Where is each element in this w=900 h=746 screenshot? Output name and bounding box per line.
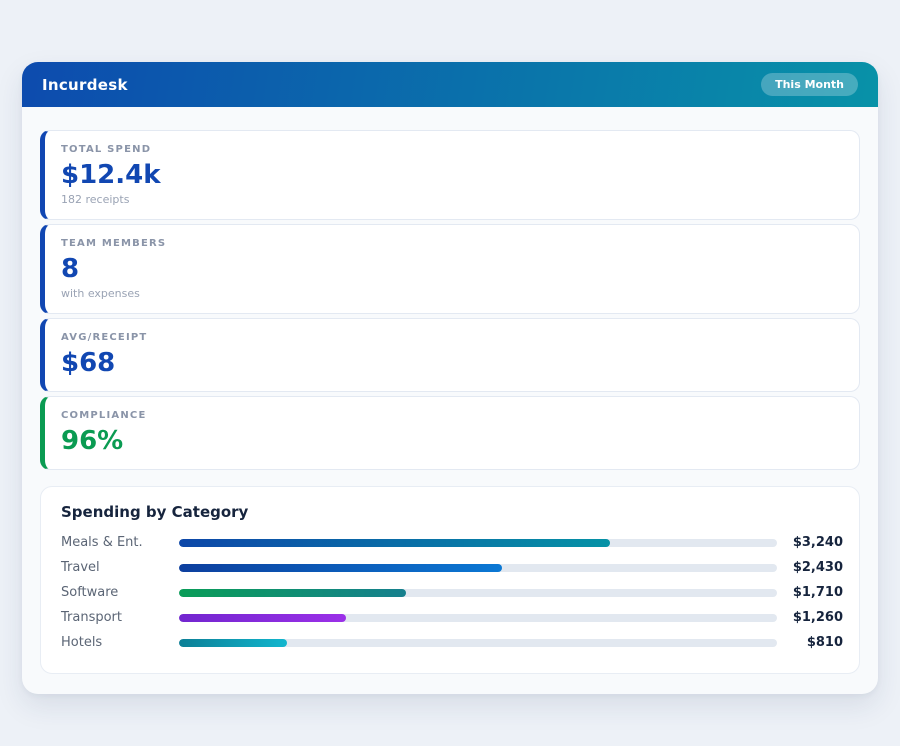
category-label: Hotels	[61, 635, 179, 650]
category-bar-fill	[179, 614, 346, 622]
category-label: Transport	[61, 610, 179, 625]
category-bar-fill	[179, 589, 406, 597]
panel-title: Spending by Category	[61, 503, 843, 521]
category-bar-fill	[179, 564, 502, 572]
stat-subtext: with expenses	[61, 287, 843, 301]
category-row-software: Software $1,710	[61, 580, 843, 605]
stat-value: 96%	[61, 425, 843, 457]
category-value: $2,430	[777, 560, 843, 575]
stat-label: TEAM MEMBERS	[61, 237, 843, 250]
stat-card-avg-receipt: AVG/RECEIPT $68	[40, 318, 860, 392]
spending-by-category-panel: Spending by Category Meals & Ent. $3,240…	[40, 486, 860, 674]
stat-label: AVG/RECEIPT	[61, 331, 843, 344]
category-bar-track	[179, 639, 777, 647]
stat-label: COMPLIANCE	[61, 409, 843, 422]
app-header: Incurdesk This Month	[22, 62, 878, 107]
stat-value: 8	[61, 253, 843, 285]
category-row-hotels: Hotels $810	[61, 630, 843, 655]
category-bar-track	[179, 539, 777, 547]
category-value: $810	[777, 635, 843, 650]
category-value: $3,240	[777, 535, 843, 550]
category-label: Travel	[61, 560, 179, 575]
category-row-travel: Travel $2,430	[61, 555, 843, 580]
category-bar-track	[179, 564, 777, 572]
category-bar-fill	[179, 539, 610, 547]
period-badge[interactable]: This Month	[761, 73, 858, 96]
category-row-transport: Transport $1,260	[61, 605, 843, 630]
category-bar-fill	[179, 639, 287, 647]
stat-value: $68	[61, 347, 843, 379]
stat-card-total-spend: TOTAL SPEND $12.4k 182 receipts	[40, 130, 860, 220]
category-label: Software	[61, 585, 179, 600]
app-window: Incurdesk This Month TOTAL SPEND $12.4k …	[22, 62, 878, 694]
category-row-meals: Meals & Ent. $3,240	[61, 530, 843, 555]
category-value: $1,710	[777, 585, 843, 600]
category-bar-track	[179, 614, 777, 622]
stat-label: TOTAL SPEND	[61, 143, 843, 156]
stat-value: $12.4k	[61, 159, 843, 191]
stat-card-compliance: COMPLIANCE 96%	[40, 396, 860, 470]
category-bar-track	[179, 589, 777, 597]
app-title: Incurdesk	[42, 76, 128, 94]
stat-card-team-members: TEAM MEMBERS 8 with expenses	[40, 224, 860, 314]
category-label: Meals & Ent.	[61, 535, 179, 550]
stat-subtext: 182 receipts	[61, 193, 843, 207]
category-value: $1,260	[777, 610, 843, 625]
app-body: TOTAL SPEND $12.4k 182 receipts TEAM MEM…	[22, 107, 878, 694]
